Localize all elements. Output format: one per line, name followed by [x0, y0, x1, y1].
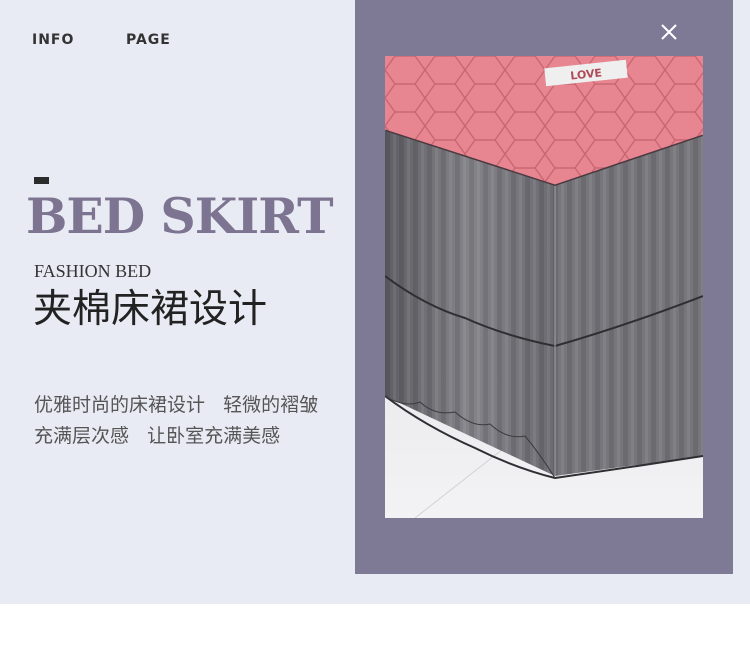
- accent-dash: [34, 177, 49, 184]
- nav-item-page[interactable]: PAGE: [126, 32, 171, 48]
- bed-skirt-illustration: LOVE: [385, 56, 703, 518]
- description: 优雅时尚的床裙设计 轻微的褶皱 充满层次感 让卧室充满美感: [34, 390, 318, 452]
- close-icon: [661, 24, 677, 40]
- nav-item-info[interactable]: INFO: [32, 32, 74, 48]
- description-line-1: 优雅时尚的床裙设计 轻微的褶皱: [34, 394, 319, 416]
- subheadline: FASHION BED: [34, 261, 152, 281]
- product-photo: LOVE: [385, 56, 703, 518]
- chinese-title: 夹棉床裙设计: [33, 287, 268, 332]
- headline: BED SKIRT: [26, 187, 334, 245]
- close-button[interactable]: [658, 21, 680, 43]
- description-line-2: 充满层次感 让卧室充满美感: [34, 425, 281, 447]
